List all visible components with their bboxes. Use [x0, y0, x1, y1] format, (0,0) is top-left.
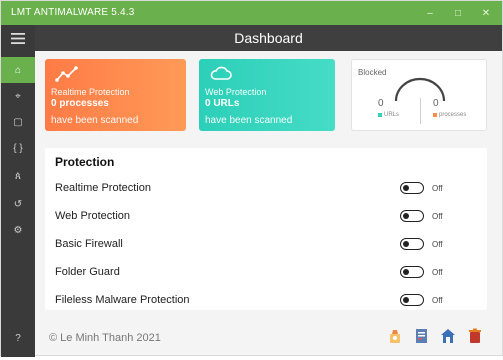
legend-processes-swatch: [433, 113, 437, 117]
protection-row-label: Folder Guard: [55, 266, 120, 278]
realtime-card-label: Realtime Protection: [51, 87, 130, 97]
web-protection-toggle[interactable]: [400, 210, 424, 222]
protection-row-folder-guard: Folder Guard Off: [45, 264, 487, 282]
protection-row-firewall: Basic Firewall Off: [45, 236, 487, 254]
copyright-text: © Le Minh Thanh 2021: [49, 332, 161, 344]
network-icon: ⌖: [15, 90, 21, 102]
realtime-card-caption: have been scanned: [51, 115, 139, 126]
footer: © Le Minh Thanh 2021: [35, 323, 502, 351]
page-title: Dashboard: [234, 30, 303, 46]
legend-urls-swatch: [378, 113, 382, 117]
home-icon: ⌂: [14, 64, 22, 76]
realtime-card-value: 0 processes: [51, 98, 109, 109]
hamburger-menu-icon[interactable]: [1, 25, 35, 51]
protection-row-label: Web Protection: [55, 210, 131, 222]
protection-row-label: Basic Firewall: [55, 238, 123, 250]
toggle-state: Off: [432, 212, 443, 221]
sidebar-item-scripts[interactable]: { }: [1, 135, 35, 161]
toggle-state: Off: [432, 184, 443, 193]
settings-gear-icon: ⚙: [13, 224, 23, 236]
toggle-state: Off: [432, 296, 443, 305]
protection-row-realtime: Realtime Protection Off: [45, 180, 487, 198]
sidebar-item-settings[interactable]: ⚙: [1, 217, 35, 243]
folder-guard-toggle[interactable]: [400, 266, 424, 278]
maximize-button[interactable]: □: [445, 1, 471, 25]
trash-icon[interactable]: [467, 328, 483, 344]
realtime-line-icon: [55, 66, 78, 82]
basic-firewall-toggle[interactable]: [400, 238, 424, 250]
web-card-caption: have been scanned: [205, 115, 293, 126]
web-card-value: 0 URLs: [205, 98, 240, 109]
user-key-icon: ጰ: [15, 170, 21, 182]
clean-icon[interactable]: [387, 328, 403, 344]
protection-panel: Protection Realtime Protection Off Web P…: [45, 148, 487, 310]
help-icon: ?: [15, 332, 21, 344]
minimize-button[interactable]: –: [417, 1, 443, 25]
legend-processes-label: processes: [439, 112, 467, 118]
sidebar-item-history[interactable]: ↺: [1, 191, 35, 217]
app-window: LMT ANTIMALWARE 5.4.3 – □ ✕ ⌂ ⌖ ▢ { } ጰ …: [0, 0, 503, 357]
legend-processes: processes: [433, 112, 466, 118]
cloud-icon: [210, 66, 232, 80]
blocked-divider: [420, 98, 421, 124]
realtime-protection-card[interactable]: Realtime Protection 0 processes have bee…: [45, 59, 186, 131]
document-icon: ▢: [13, 116, 23, 128]
blocked-card: Blocked 0 0 URLs processes: [351, 59, 487, 131]
blocked-title: Blocked: [358, 68, 387, 77]
blocked-processes-value: 0: [433, 98, 439, 109]
web-protection-card[interactable]: Web Protection 0 URLs have been scanned: [199, 59, 335, 131]
legend-urls-label: URLs: [384, 112, 400, 118]
protection-row-label: Realtime Protection: [55, 182, 151, 194]
toggle-state: Off: [432, 268, 443, 277]
report-icon[interactable]: [414, 328, 430, 344]
page-header: Dashboard: [35, 25, 502, 51]
close-button[interactable]: ✕: [473, 1, 499, 25]
web-card-label: Web Protection: [205, 87, 267, 97]
title-bar[interactable]: LMT ANTIMALWARE 5.4.3 – □ ✕: [1, 1, 502, 25]
realtime-protection-toggle[interactable]: [400, 182, 424, 194]
protection-row-fileless: Fileless Malware Protection Off: [45, 292, 487, 310]
sidebar-item-users[interactable]: ጰ: [1, 163, 35, 189]
sidebar-item-documents[interactable]: ▢: [1, 109, 35, 135]
fileless-malware-toggle[interactable]: [400, 294, 424, 306]
home-shield-icon[interactable]: [440, 328, 456, 344]
toggle-state: Off: [432, 240, 443, 249]
sidebar-item-network[interactable]: ⌖: [1, 83, 35, 109]
legend-urls: URLs: [378, 112, 399, 118]
window-title: LMT ANTIMALWARE 5.4.3: [11, 7, 135, 18]
help-button[interactable]: ?: [1, 325, 35, 351]
protection-row-label: Fileless Malware Protection: [55, 294, 190, 306]
sidebar-item-home[interactable]: ⌂: [1, 57, 35, 83]
blocked-urls-value: 0: [378, 98, 384, 109]
code-braces-icon: { }: [13, 142, 23, 154]
protection-title: Protection: [55, 155, 115, 169]
history-icon: ↺: [13, 198, 23, 210]
sidebar: ⌂ ⌖ ▢ { } ጰ ↺ ⚙ ?: [1, 25, 35, 357]
protection-row-web: Web Protection Off: [45, 208, 487, 226]
